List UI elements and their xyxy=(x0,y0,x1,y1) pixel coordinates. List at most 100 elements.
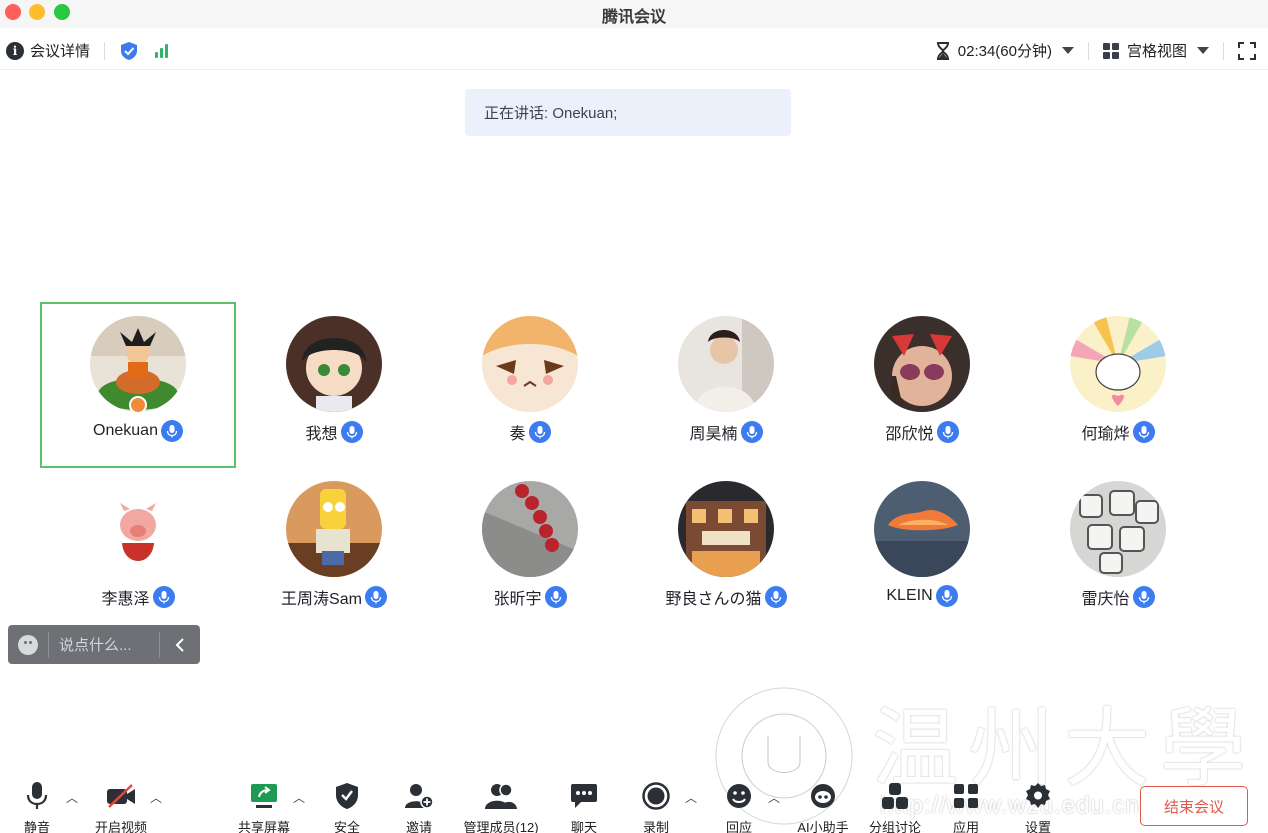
mic-on-icon xyxy=(935,585,958,607)
participant-name: 雷庆怡 xyxy=(1081,591,1130,608)
network-signal-icon[interactable] xyxy=(155,43,169,58)
mic-on-icon xyxy=(740,421,763,443)
start-video-button[interactable]: 开启视频 xyxy=(81,781,161,833)
divider xyxy=(1223,41,1224,60)
fullscreen-icon[interactable] xyxy=(1238,41,1256,60)
avatar xyxy=(482,316,578,412)
active-speaker-banner: 正在讲话: Onekuan; xyxy=(465,89,791,136)
meeting-details-label: 会议详情 xyxy=(30,43,91,60)
breakout-icon xyxy=(882,783,908,809)
avatar xyxy=(1070,481,1166,577)
quick-chat-bar: 说点什么... xyxy=(8,625,200,664)
participant-name: 周昊楠 xyxy=(689,426,738,443)
shield-check-icon[interactable] xyxy=(119,41,139,61)
participant-tile[interactable]: 李惠泽 xyxy=(40,467,236,633)
participant-tile[interactable]: 何瑜烨 xyxy=(1020,302,1216,468)
mic-on-icon xyxy=(764,586,787,608)
record-icon xyxy=(642,782,670,810)
view-mode-label: 宫格视图 xyxy=(1126,43,1187,60)
breakout-rooms-label: 分组讨论 xyxy=(868,820,921,833)
add-user-icon xyxy=(405,784,434,809)
end-meeting-button[interactable]: 结束会议 xyxy=(1140,786,1248,826)
grid-view-icon xyxy=(1102,42,1119,59)
apps-grid-icon xyxy=(954,784,978,808)
title-bar: 腾讯会议 xyxy=(0,0,1268,28)
chat-button[interactable]: 聊天 xyxy=(544,781,624,833)
participant-tile[interactable]: 王周涛Sam xyxy=(236,467,432,633)
start-video-label: 开启视频 xyxy=(94,820,147,833)
participant-name: 野良さんの猫 xyxy=(665,591,762,608)
participant-tile[interactable]: 周昊楠 xyxy=(628,302,824,468)
mic-on-icon xyxy=(936,421,959,443)
react-button[interactable]: 回应 xyxy=(699,781,779,833)
settings-label: 设置 xyxy=(1024,820,1051,833)
members-icon xyxy=(485,783,517,809)
timer-text: 02:34(60分钟) xyxy=(957,43,1052,60)
chevron-left-icon xyxy=(175,637,184,652)
meeting-details-button[interactable]: i 会议详情 xyxy=(6,40,90,61)
avatar xyxy=(1070,316,1166,412)
participant-name: 李惠泽 xyxy=(101,591,150,608)
mic-on-icon xyxy=(528,421,551,443)
chevron-up-icon[interactable]: ︿ xyxy=(685,789,697,806)
participant-tile[interactable]: 雷庆怡 xyxy=(1020,467,1216,633)
chevron-up-icon[interactable]: ︿ xyxy=(768,789,780,806)
meeting-info-bar: i 会议详情 02:34(60分钟) 宫格视图 xyxy=(0,32,1268,70)
emoji-icon[interactable] xyxy=(18,634,38,655)
share-screen-button[interactable]: 共享屏幕 xyxy=(224,781,304,833)
invite-button[interactable]: 邀请 xyxy=(379,781,459,833)
video-off-icon xyxy=(107,784,135,808)
react-label: 回应 xyxy=(725,820,752,833)
mute-label: 静音 xyxy=(23,820,50,833)
participant-tile[interactable]: 奏 xyxy=(432,302,628,468)
mic-on-icon xyxy=(340,421,363,443)
security-label: 安全 xyxy=(333,820,360,833)
avatar xyxy=(90,481,186,577)
manage-members-button[interactable]: 管理成员(12) xyxy=(451,781,551,833)
ai-assistant-icon xyxy=(811,784,835,808)
ai-assistant-button[interactable]: AI小助手 xyxy=(783,781,863,833)
shield-icon xyxy=(336,783,358,809)
participant-tile[interactable]: 邵欣悦 xyxy=(824,302,1020,468)
settings-button[interactable]: 设置 xyxy=(998,781,1078,833)
mic-on-icon xyxy=(364,586,387,608)
chat-label: 聊天 xyxy=(570,820,597,833)
chevron-up-icon[interactable]: ︿ xyxy=(150,789,162,806)
chevron-up-icon[interactable]: ︿ xyxy=(293,789,305,806)
breakout-rooms-button[interactable]: 分组讨论 xyxy=(855,781,935,833)
view-mode-dropdown[interactable]: 宫格视图 xyxy=(1102,40,1209,61)
participant-tile[interactable]: Onekuan xyxy=(40,302,236,468)
security-button[interactable]: 安全 xyxy=(307,781,387,833)
microphone-icon xyxy=(26,782,48,809)
record-label: 录制 xyxy=(642,820,669,833)
participant-name: Onekuan xyxy=(93,422,158,439)
meeting-toolbar: 静音 ︿ 开启视频 ︿ 共享屏幕 ︿ 安全 邀请 管理成员(12) 聊天 录制 … xyxy=(0,775,1268,833)
avatar xyxy=(874,316,970,412)
chevron-up-icon[interactable]: ︿ xyxy=(66,789,78,806)
apps-button[interactable]: 应用 xyxy=(926,781,1006,833)
participant-name: 邵欣悦 xyxy=(885,426,934,443)
avatar xyxy=(874,481,970,577)
avatar xyxy=(482,481,578,577)
record-button[interactable]: 录制 xyxy=(616,781,696,833)
participant-tile[interactable]: 张昕宇 xyxy=(432,467,628,633)
ai-assistant-label: AI小助手 xyxy=(797,820,849,833)
participant-name: KLEIN xyxy=(886,587,933,604)
participant-tile[interactable]: KLEIN xyxy=(824,467,1020,633)
mic-on-icon xyxy=(544,586,567,608)
info-icon: i xyxy=(6,41,24,60)
participant-name: 王周涛Sam xyxy=(281,591,362,608)
meeting-timer[interactable]: 02:34(60分钟) xyxy=(936,40,1074,61)
avatar xyxy=(678,316,774,412)
collapse-chat-button[interactable] xyxy=(159,631,199,658)
avatar xyxy=(286,316,382,412)
participant-tile[interactable]: 野良さんの猫 xyxy=(628,467,824,633)
participant-tile[interactable]: 我想 xyxy=(236,302,432,468)
participant-name: 何瑜烨 xyxy=(1081,426,1130,443)
share-screen-icon xyxy=(251,784,277,808)
chat-input[interactable]: 说点什么... xyxy=(59,634,159,655)
avatar xyxy=(678,481,774,577)
divider xyxy=(48,631,49,658)
mic-on-icon xyxy=(1132,421,1155,443)
divider xyxy=(104,41,106,60)
